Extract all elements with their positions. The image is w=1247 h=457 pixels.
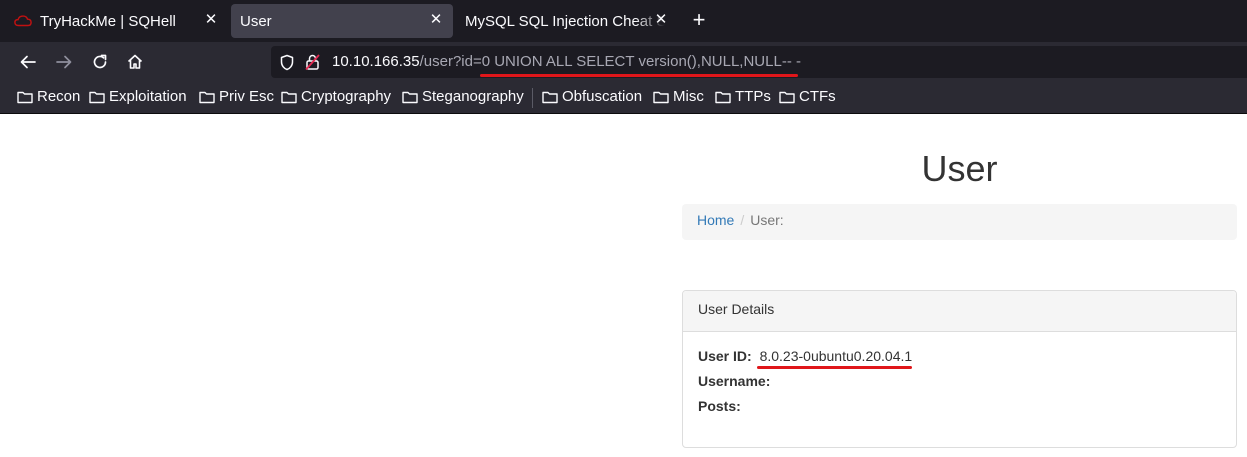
breadcrumb-home-link[interactable]: Home [697, 212, 734, 228]
back-arrow-icon[interactable] [17, 51, 39, 73]
folder-icon [89, 91, 105, 103]
value-annotation-underline [757, 366, 912, 369]
folder-icon [715, 91, 731, 103]
bookmark-label: Priv Esc [219, 88, 275, 105]
url-host: 10.10.166.35 [332, 53, 420, 70]
bookmarks-toolbar: Recon Exploitation Priv Esc Cryptography… [0, 82, 1247, 114]
tab-bar: TryHackMe | SQHell ✕ User ✕ MySQL SQL In… [0, 0, 1247, 42]
page-title: User [921, 148, 998, 189]
bookmark-folder-obfuscation[interactable]: Obfuscation [542, 88, 642, 105]
bookmark-folder-steganography[interactable]: Steganography [402, 88, 524, 105]
folder-icon [281, 91, 297, 103]
bookmark-label: Steganography [422, 88, 524, 105]
tab-title: TryHackMe | SQHell [40, 12, 176, 30]
breadcrumb: Home / User: [682, 204, 1237, 240]
url-text[interactable]: 10.10.166.35/user?id=0 UNION ALL SELECT … [332, 53, 801, 70]
folder-icon [402, 91, 418, 103]
detail-row-posts: Posts: [698, 397, 1221, 422]
bookmark-folder-exploitation[interactable]: Exploitation [89, 88, 187, 105]
detail-label: Posts: [698, 398, 741, 414]
new-tab-plus-icon[interactable]: + [688, 9, 710, 31]
tracking-protection-shield-icon[interactable] [279, 54, 295, 71]
bookmark-label: Exploitation [109, 88, 187, 105]
bookmark-label: CTFs [799, 88, 836, 105]
bookmark-folder-cryptography[interactable]: Cryptography [281, 88, 391, 105]
url-query-injection: 0 UNION ALL SELECT version(),NULL,NULL--… [481, 53, 801, 70]
bookmark-label: Obfuscation [562, 88, 643, 105]
panel-body: User ID: 8.0.23-0ubuntu0.20.04.1 Usernam… [683, 332, 1236, 437]
detail-row-username: Username: [698, 372, 1221, 397]
url-path: /user?id= [419, 53, 482, 70]
tab-title: User [240, 12, 272, 30]
bookmark-folder-ttps[interactable]: TTPs [715, 88, 771, 105]
detail-label: User ID: [698, 348, 752, 364]
folder-icon [542, 91, 558, 103]
tab-user[interactable]: User ✕ [231, 4, 453, 38]
panel-heading: User Details [683, 291, 1236, 332]
folder-icon [779, 91, 795, 103]
bookmarks-separator [532, 88, 533, 108]
bookmark-label: Misc [673, 88, 704, 105]
tab-title: MySQL SQL Injection Cheat Sheet [465, 12, 665, 30]
breadcrumb-current: User: [750, 212, 784, 228]
breadcrumb-separator: / [740, 212, 745, 228]
insecure-lock-icon[interactable] [305, 53, 320, 71]
bookmark-folder-ctfs[interactable]: CTFs [779, 88, 836, 105]
web-page: User Home / User: User Details User ID: 8.… [0, 114, 1247, 457]
tab-tryhackme[interactable]: TryHackMe | SQHell ✕ [6, 4, 228, 38]
url-annotation-underline [480, 74, 798, 77]
folder-icon [17, 91, 33, 103]
bookmark-folder-misc[interactable]: Misc [653, 88, 704, 105]
bookmark-folder-priv-esc[interactable]: Priv Esc [199, 88, 274, 105]
detail-label: Username: [698, 373, 771, 389]
reload-icon[interactable] [89, 51, 111, 73]
bookmark-label: Recon [37, 88, 81, 105]
folder-icon [653, 91, 669, 103]
tab-close-icon[interactable]: ✕ [202, 11, 220, 29]
detail-value: 8.0.23-0ubuntu0.20.04.1 [759, 348, 913, 364]
forward-arrow-icon[interactable] [53, 51, 75, 73]
tryhackme-cloud-icon [14, 15, 32, 27]
tab-close-icon[interactable]: ✕ [427, 11, 445, 29]
home-icon[interactable] [124, 51, 146, 73]
user-details-panel: User Details User ID: 8.0.23-0ubuntu0.20… [682, 290, 1237, 448]
tab-mysql-cheat-sheet[interactable]: MySQL SQL Injection Cheat Sheet ✕ [456, 4, 678, 38]
bookmark-folder-recon[interactable]: Recon [17, 88, 80, 105]
bookmark-label: Cryptography [301, 88, 392, 105]
folder-icon [199, 91, 215, 103]
bookmark-label: TTPs [735, 88, 771, 105]
tab-close-icon[interactable]: ✕ [652, 11, 670, 29]
